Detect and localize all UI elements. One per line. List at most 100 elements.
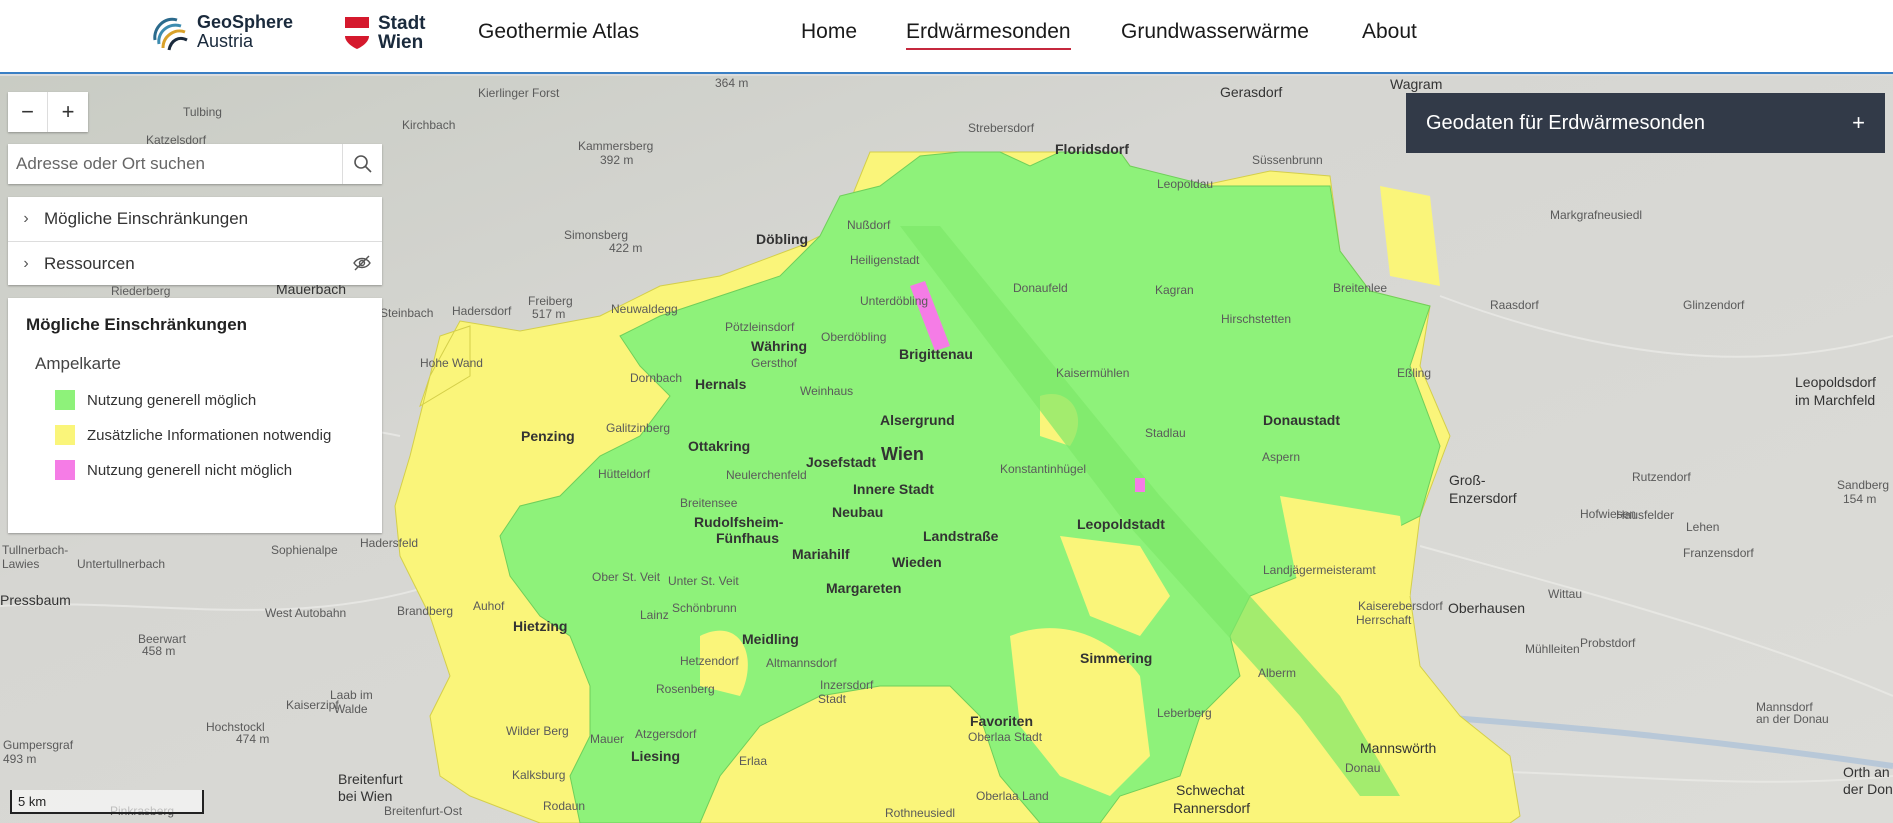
search-input[interactable] bbox=[8, 144, 342, 184]
place-label: West Autobahn bbox=[265, 606, 347, 620]
place-label: Weinhaus bbox=[800, 384, 854, 398]
place-label: Mariahilf bbox=[792, 546, 850, 562]
place-label: Breitenlee bbox=[1333, 281, 1388, 295]
place-label: Fünfhaus bbox=[716, 530, 779, 546]
legend-title: Mögliche Einschränkungen bbox=[26, 315, 248, 334]
place-label: Altmannsdorf bbox=[766, 656, 837, 670]
stadt-wien-logo[interactable]: Stadt Wien bbox=[344, 14, 426, 52]
place-label: Kaiserebersdorf bbox=[1358, 599, 1443, 613]
place-label: 364 m bbox=[715, 76, 749, 90]
place-label: Groß- bbox=[1449, 472, 1486, 488]
geosphere-logo[interactable]: GeoSphere Austria bbox=[147, 10, 293, 54]
place-label: Döbling bbox=[756, 231, 809, 247]
place-label: Hütteldorf bbox=[598, 467, 651, 481]
place-label: Wilder Berg bbox=[506, 724, 569, 738]
legend-subtitle: Ampelkarte bbox=[35, 354, 121, 373]
place-label: Breitensee bbox=[680, 496, 738, 510]
place-label: Penzing bbox=[521, 428, 575, 444]
place-label: Liesing bbox=[631, 748, 681, 764]
layer-item-einschraenkungen[interactable]: › Mögliche Einschränkungen bbox=[8, 197, 382, 241]
place-label: Simmering bbox=[1080, 650, 1153, 666]
place-label: Landstraße bbox=[923, 528, 999, 544]
chevron-right-icon[interactable]: › bbox=[8, 255, 44, 273]
place-label: Währing bbox=[751, 338, 807, 354]
nav-grundwasserwaerme[interactable]: Grundwasserwärme bbox=[1121, 20, 1309, 44]
place-label: Margareten bbox=[826, 580, 902, 596]
place-label: Unter St. Veit bbox=[668, 574, 739, 588]
nav-about[interactable]: About bbox=[1362, 20, 1417, 44]
zoom-out-button[interactable]: − bbox=[8, 92, 48, 132]
place-label: Schwechat bbox=[1176, 782, 1245, 798]
place-label: Neulerchenfeld bbox=[726, 468, 807, 482]
scale-bar: 5 km bbox=[10, 790, 204, 814]
place-label: Hernals bbox=[695, 376, 747, 392]
app-title[interactable]: Geothermie Atlas bbox=[478, 20, 639, 44]
nav-erdwaermesonden[interactable]: Erdwärmesonden bbox=[906, 20, 1071, 50]
place-label: Tulbing bbox=[183, 105, 222, 119]
legend-swatch-yellow bbox=[55, 425, 75, 445]
legend-item: Nutzung generell möglich bbox=[55, 390, 256, 410]
zoom-in-button[interactable]: + bbox=[48, 92, 88, 132]
place-label: Aspern bbox=[1262, 450, 1301, 464]
place-label: Untertullnerbach bbox=[77, 557, 166, 571]
search-button[interactable] bbox=[342, 144, 382, 184]
place-label: Hadersdorf bbox=[452, 304, 512, 318]
place-label: Landjägermeisteramt bbox=[1263, 563, 1376, 577]
place-label: Ober St. Veit bbox=[592, 570, 661, 584]
place-label: Sandberg bbox=[1837, 478, 1890, 492]
wien-shield-icon bbox=[345, 17, 369, 49]
place-label: Walde bbox=[334, 702, 368, 716]
place-label: 422 m bbox=[609, 241, 643, 255]
place-label: Breitenfurt-Ost bbox=[384, 804, 463, 818]
place-label: Mauer bbox=[590, 732, 625, 746]
expand-plus-icon[interactable]: + bbox=[1852, 110, 1865, 136]
place-label: Steinbach bbox=[380, 306, 434, 320]
place-label: Auhof bbox=[473, 599, 505, 613]
place-label: Probstdorf bbox=[1580, 636, 1636, 650]
place-label: im Marchfeld bbox=[1795, 392, 1876, 408]
eye-hidden-icon[interactable] bbox=[352, 254, 372, 272]
legend-item-label: Nutzung generell nicht möglich bbox=[87, 461, 293, 479]
geodaten-panel-toggle[interactable]: Geodaten für Erdwärmesonden + bbox=[1406, 93, 1885, 153]
place-label: Heiligenstadt bbox=[850, 253, 920, 267]
geosphere-logo-line1: GeoSphere bbox=[197, 12, 294, 32]
legend-item-label: Zusätzliche Informationen notwendig bbox=[87, 426, 332, 444]
place-label: Schönbrunn bbox=[672, 601, 737, 615]
place-label: Konstantinhügel bbox=[1000, 462, 1087, 476]
place-label: Oberdöbling bbox=[821, 330, 887, 344]
place-label: Pressbaum bbox=[0, 592, 71, 608]
place-label: Rudolfsheim- bbox=[694, 514, 784, 530]
place-label: 392 m bbox=[600, 153, 634, 167]
place-label: Wagram bbox=[1390, 76, 1443, 92]
place-label: Enzersdorf bbox=[1449, 490, 1517, 506]
place-label: Hetzendorf bbox=[680, 654, 739, 668]
place-label: Glinzendorf bbox=[1683, 298, 1745, 312]
chevron-right-icon[interactable]: › bbox=[8, 210, 44, 228]
place-label: Gerasdorf bbox=[1220, 84, 1283, 100]
place-label: Innere Stadt bbox=[853, 481, 934, 497]
place-label: Leberberg bbox=[1157, 706, 1212, 720]
place-label: Neuwaldegg bbox=[611, 302, 678, 316]
place-label: Neubau bbox=[832, 504, 884, 520]
legend-panel: Mögliche Einschränkungen Ampelkarte Nutz… bbox=[8, 298, 382, 533]
place-label: Sophienalpe bbox=[271, 543, 338, 557]
place-label: Galitzinberg bbox=[606, 421, 671, 435]
place-label: Lehen bbox=[1686, 520, 1720, 534]
place-label: Donau bbox=[1345, 761, 1381, 775]
place-label: Leopoldsdorf bbox=[1795, 374, 1876, 390]
place-label: Herrschaft bbox=[1356, 613, 1412, 627]
place-label: Eßling bbox=[1397, 366, 1432, 380]
zoom-controls: − + bbox=[8, 92, 88, 132]
place-label: Rosenberg bbox=[656, 682, 715, 696]
place-label: Wieden bbox=[892, 554, 942, 570]
layer-item-ressourcen[interactable]: › Ressourcen bbox=[8, 241, 382, 285]
place-label: Hietzing bbox=[513, 618, 568, 634]
layer-item-label: Mögliche Einschränkungen bbox=[44, 209, 249, 228]
place-label: Favoriten bbox=[970, 713, 1034, 729]
nav-home[interactable]: Home bbox=[801, 20, 857, 44]
place-label: Kaiserzipf bbox=[286, 698, 339, 712]
place-label: Gersthof bbox=[751, 356, 798, 370]
place-label: Rothneusiedl bbox=[885, 806, 956, 820]
place-label: Wien bbox=[881, 444, 924, 464]
top-header: GeoSphere Austria Stadt Wien Geothermie … bbox=[0, 0, 1893, 74]
